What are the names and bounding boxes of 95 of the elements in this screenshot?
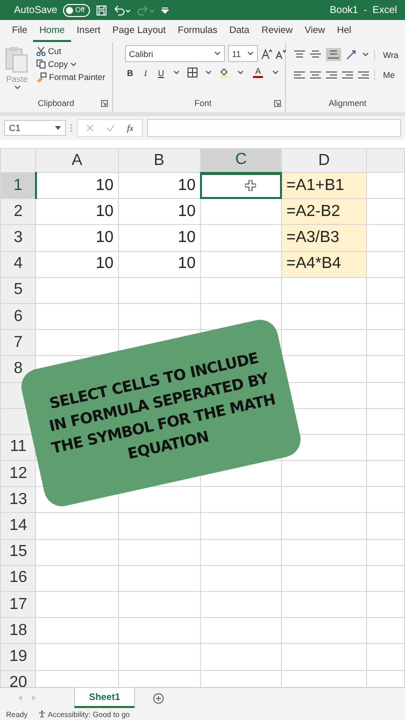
accessibility-icon[interactable] <box>38 710 46 718</box>
caret-icon[interactable] <box>272 70 280 75</box>
copy-button[interactable]: Copy <box>34 59 108 69</box>
row-header[interactable]: 11 <box>0 434 36 461</box>
more-icon <box>70 123 73 133</box>
table-cell[interactable]: 10 <box>118 198 200 225</box>
cursor-icon <box>244 180 256 190</box>
borders-icon[interactable] <box>187 67 198 78</box>
paintbrush-icon <box>36 72 47 82</box>
align-center-icon[interactable] <box>310 70 321 80</box>
align-left-icon[interactable] <box>294 70 305 80</box>
row-header[interactable]: 15 <box>0 539 36 566</box>
column-header[interactable]: C <box>200 148 282 172</box>
row-header[interactable]: 19 <box>0 644 36 670</box>
row-header[interactable]: 16 <box>0 565 36 592</box>
dialog-launcher-icon[interactable] <box>101 100 108 107</box>
dialog-launcher-icon[interactable] <box>274 100 281 107</box>
menu-tab[interactable]: Review <box>255 20 299 42</box>
group-label: Clipboard <box>38 98 74 108</box>
save-icon[interactable] <box>96 4 107 16</box>
shrink-font-icon[interactable] <box>275 48 286 58</box>
caret-icon[interactable] <box>205 70 212 75</box>
add-sheet-icon[interactable] <box>153 692 164 704</box>
decrease-indent-icon[interactable] <box>342 70 353 80</box>
bottom-align-icon[interactable] <box>328 50 339 59</box>
menu-tab[interactable]: Page Layout <box>106 20 172 42</box>
caret-icon[interactable] <box>362 52 369 57</box>
align-right-icon[interactable] <box>326 70 337 80</box>
column-header[interactable]: B <box>118 148 200 172</box>
column-header[interactable]: A <box>36 148 118 172</box>
sheet-tab[interactable]: Sheet1 <box>74 688 136 708</box>
row-header[interactable]: 1 <box>0 172 36 199</box>
scissors-icon <box>36 46 46 56</box>
row-header[interactable]: 5 <box>0 277 36 304</box>
row-header[interactable]: 6 <box>0 303 36 330</box>
top-align-icon[interactable] <box>294 50 305 59</box>
column-header[interactable]: D <box>282 148 366 172</box>
table-cell[interactable]: 10 <box>118 224 200 252</box>
menu-tab[interactable]: Formulas <box>172 20 224 42</box>
caret-icon[interactable] <box>237 70 244 75</box>
cut-button[interactable]: Cut <box>34 46 108 56</box>
autosave-label: AutoSave <box>14 4 58 16</box>
row-header[interactable]: 4 <box>0 251 36 278</box>
selected-cell[interactable] <box>200 172 282 199</box>
caret-icon[interactable] <box>214 51 221 56</box>
group-label: Font <box>194 98 212 108</box>
row-header[interactable]: 13 <box>0 486 36 513</box>
table-cell[interactable]: 10 <box>36 198 118 225</box>
row-header[interactable]: 20 <box>0 670 36 687</box>
bold-button[interactable]: B <box>125 68 136 78</box>
italic-button[interactable]: I <box>142 68 149 78</box>
format-painter-button[interactable]: Format Painter <box>34 72 108 82</box>
orientation-icon[interactable] <box>346 50 357 60</box>
table-cell[interactable]: 10 <box>36 172 118 199</box>
row-header[interactable]: 7 <box>0 330 36 356</box>
formula-input[interactable] <box>146 119 401 137</box>
menu-tab[interactable]: View <box>298 20 332 42</box>
underline-button[interactable]: U <box>156 68 166 78</box>
menu-tab[interactable]: Hel <box>331 20 358 42</box>
row-header[interactable]: 12 <box>0 460 36 487</box>
menu-tab[interactable]: File <box>6 20 34 42</box>
font-name-dropdown[interactable]: Calibri <box>125 45 225 62</box>
table-cell[interactable]: 10 <box>36 224 118 252</box>
group-label: Alignment <box>328 98 366 108</box>
wrap-text-button[interactable]: Wra <box>374 50 398 60</box>
table-cell[interactable]: =A1+B1 <box>282 172 366 199</box>
middle-align-icon[interactable] <box>310 50 321 59</box>
table-cell[interactable]: =A4*B4 <box>282 251 366 278</box>
window-title: Book1 - Excel <box>330 4 397 16</box>
row-header[interactable]: 2 <box>0 198 36 225</box>
row-header[interactable]: 14 <box>0 512 36 540</box>
table-cell[interactable]: =A2-B2 <box>282 198 366 225</box>
row-header[interactable]: 18 <box>0 618 36 644</box>
table-cell[interactable]: =A3/B3 <box>282 224 366 252</box>
caret-icon[interactable] <box>173 70 180 75</box>
undo-icon[interactable] <box>112 4 131 16</box>
merge-button[interactable]: Me <box>374 70 395 80</box>
menu-tab[interactable]: Data <box>223 20 256 42</box>
row-header[interactable]: 3 <box>0 224 36 252</box>
menu-tab[interactable]: Insert <box>70 20 106 42</box>
name-box[interactable]: C1 <box>4 120 66 136</box>
insert-function-button[interactable]: fx <box>127 123 134 133</box>
row-header[interactable]: 17 <box>0 592 36 618</box>
font-size-dropdown[interactable]: 11 <box>228 45 258 62</box>
font-color-button[interactable]: A <box>251 67 266 78</box>
copy-icon <box>36 59 46 69</box>
grow-font-icon[interactable] <box>261 48 272 58</box>
table-cell[interactable]: 10 <box>36 251 118 278</box>
fill-color-icon[interactable] <box>219 67 230 78</box>
caret-icon[interactable] <box>70 62 77 66</box>
table-cell[interactable]: 10 <box>118 251 200 278</box>
increase-indent-icon[interactable] <box>358 70 369 80</box>
customize-icon[interactable] <box>160 6 169 14</box>
caret-icon[interactable] <box>247 51 254 56</box>
caret-icon[interactable] <box>14 85 20 90</box>
